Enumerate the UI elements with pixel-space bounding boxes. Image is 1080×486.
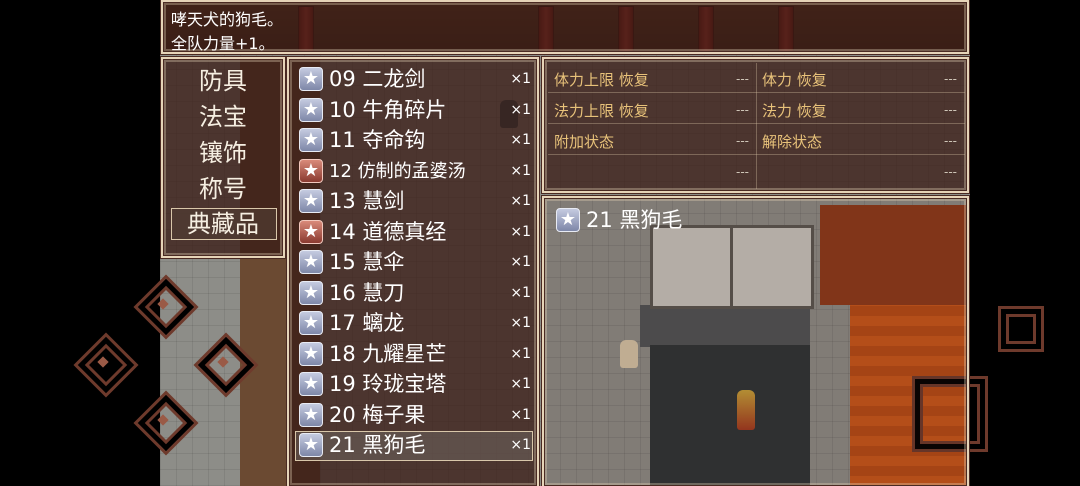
- stat-value: ---: [944, 165, 957, 179]
- stat-add-status: 附加状态: [554, 133, 615, 151]
- ornament-icon: [73, 332, 139, 398]
- item-row[interactable]: ★ 18 九耀星芒 ×1: [297, 340, 533, 369]
- item-name: 17 螭龙: [329, 311, 405, 335]
- category-treasure[interactable]: 法宝: [163, 101, 283, 133]
- divider: [548, 123, 965, 124]
- item-name: 18 九耀星芒: [329, 341, 447, 366]
- item-name: 20 梅子果: [329, 402, 426, 427]
- stat-value: ---: [736, 103, 749, 117]
- stat-value: ---: [944, 103, 957, 117]
- item-quantity: ×1: [510, 315, 531, 331]
- stats-window: 体力上限 恢复 --- 体力 恢复 --- 法力上限 恢复 --- 法力 恢复 …: [542, 57, 969, 193]
- item-list-window: ★ 09 二龙剑 ×1 ★ 10 牛角碎片 ×1 ★ 11 夺命钩 ×1 ★ 12 仿制的孟婆汤 ×1…: [287, 57, 539, 486]
- message-window: 哮天犬的狗毛。 全队力量+1。: [161, 0, 969, 54]
- item-row[interactable]: ★ 17 螭龙 ×1: [297, 309, 533, 338]
- item-row[interactable]: ★ 09 二龙剑 ×1: [297, 65, 533, 94]
- item-name: 10 牛角碎片: [329, 97, 447, 122]
- item-quantity: ×1: [510, 406, 531, 423]
- item-detail-window: ★ 21 黑狗毛: [542, 196, 969, 486]
- star-icon: ★: [299, 402, 323, 427]
- stat-value: ---: [736, 165, 749, 179]
- item-quantity: ×1: [510, 101, 531, 118]
- category-window: 防具 法宝 镶饰 称号 典藏品: [161, 57, 285, 258]
- star-icon: ★: [299, 158, 323, 183]
- stat-hp-restore: 体力 恢复: [762, 71, 827, 89]
- item-quantity: ×1: [510, 223, 531, 240]
- item-row[interactable]: ★ 10 牛角碎片 ×1: [297, 96, 533, 125]
- category-title[interactable]: 称号: [163, 173, 283, 205]
- item-name: 19 玲珑宝塔: [329, 372, 447, 396]
- item-row[interactable]: ★ 15 慧伞 ×1: [297, 248, 533, 277]
- star-icon: ★: [299, 280, 323, 305]
- item-quantity: ×1: [510, 71, 531, 87]
- item-quantity: ×1: [510, 132, 531, 148]
- item-name: 16 慧刀: [329, 280, 405, 305]
- item-quantity: ×1: [510, 254, 531, 270]
- item-row[interactable]: ★ 16 慧刀 ×1: [297, 279, 533, 308]
- item-row[interactable]: ★ 12 仿制的孟婆汤 ×1: [297, 157, 533, 186]
- stat-value: ---: [944, 134, 957, 148]
- detail-item-name: 21 黑狗毛: [586, 208, 683, 232]
- item-quantity: ×1: [510, 376, 531, 392]
- item-row[interactable]: ★ 19 玲珑宝塔 ×1: [297, 370, 533, 399]
- star-icon: ★: [299, 97, 323, 122]
- item-name: 14 道德真经: [329, 219, 447, 244]
- divider: [756, 63, 757, 189]
- item-quantity: ×1: [510, 284, 531, 301]
- stat-value: ---: [736, 134, 749, 148]
- category-ornament[interactable]: 镶饰: [163, 137, 283, 169]
- stat-hp-max-restore: 体力上限 恢复: [554, 71, 649, 89]
- item-name: 12 仿制的孟婆汤: [329, 160, 466, 182]
- star-icon: ★: [299, 250, 323, 274]
- item-row[interactable]: ★ 21 黑狗毛 ×1: [297, 431, 533, 460]
- item-quantity: ×1: [510, 437, 531, 453]
- description-line-1: 哮天犬的狗毛。: [171, 10, 284, 29]
- item-name: 21 黑狗毛: [329, 433, 426, 457]
- stat-mp-restore: 法力 恢复: [762, 102, 827, 120]
- item-row[interactable]: ★ 20 梅子果 ×1: [297, 401, 533, 430]
- description-line-2: 全队力量+1。: [171, 34, 275, 53]
- star-icon: ★: [299, 341, 323, 366]
- item-row[interactable]: ★ 14 道德真经 ×1: [297, 218, 533, 247]
- item-name: 11 夺命钩: [329, 128, 426, 152]
- star-icon: ★: [299, 189, 323, 213]
- stat-value: ---: [736, 72, 749, 86]
- item-name: 09 二龙剑: [329, 67, 426, 91]
- item-name: 15 慧伞: [329, 250, 405, 274]
- divider: [548, 154, 965, 155]
- star-icon: ★: [299, 311, 323, 335]
- stat-remove-status: 解除状态: [762, 133, 823, 151]
- star-icon: ★: [299, 219, 323, 244]
- stat-mp-max-restore: 法力上限 恢复: [554, 102, 649, 120]
- stat-value: ---: [944, 72, 957, 86]
- item-name: 13 慧剑: [329, 189, 405, 213]
- divider: [548, 92, 965, 93]
- star-icon: ★: [556, 208, 580, 232]
- category-collection[interactable]: 典藏品: [163, 208, 283, 240]
- star-icon: ★: [299, 372, 323, 396]
- star-icon: ★: [299, 67, 323, 91]
- category-armor[interactable]: 防具: [163, 65, 283, 97]
- item-row[interactable]: ★ 13 慧剑 ×1: [297, 187, 533, 216]
- item-quantity: ×1: [510, 193, 531, 209]
- star-icon: ★: [299, 128, 323, 152]
- item-row[interactable]: ★ 11 夺命钩 ×1: [297, 126, 533, 155]
- menu-button-icon[interactable]: [998, 306, 1044, 352]
- item-quantity: ×1: [510, 345, 531, 362]
- star-icon: ★: [299, 433, 323, 457]
- item-quantity: ×1: [510, 162, 531, 179]
